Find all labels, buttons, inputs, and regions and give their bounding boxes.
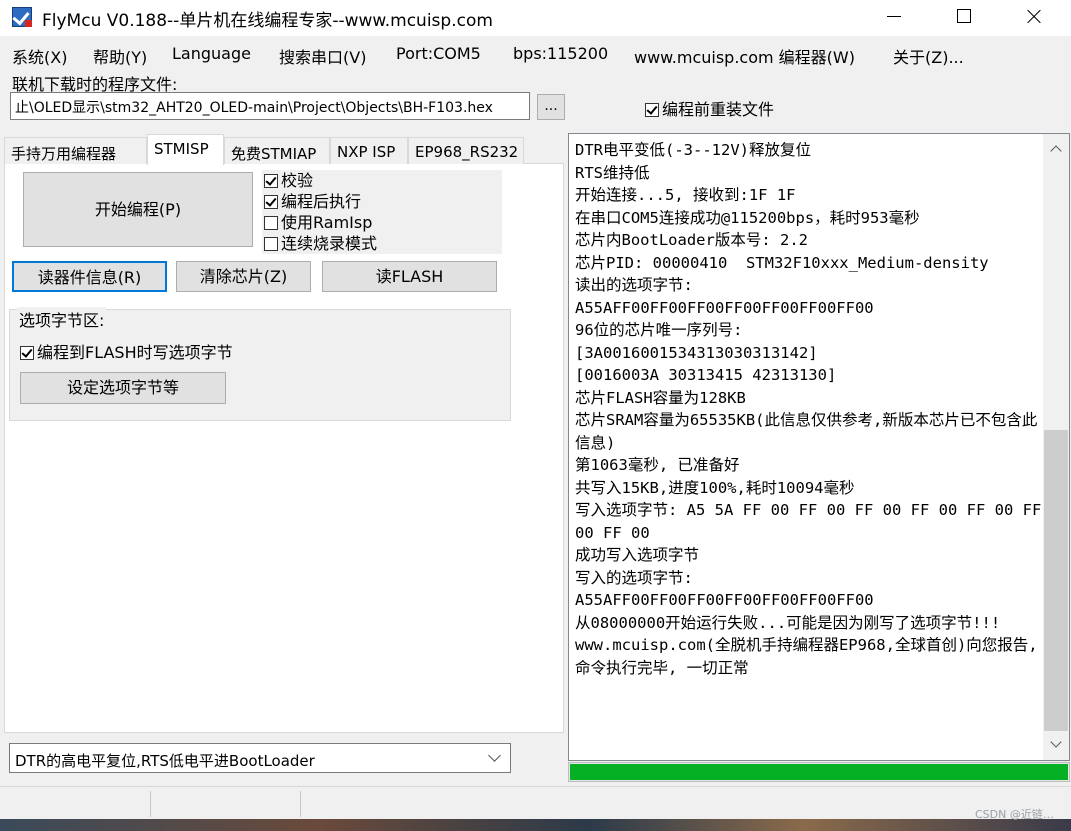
scroll-down-icon[interactable]	[1043, 733, 1069, 759]
menu-system[interactable]: 系统(X)	[12, 44, 67, 68]
read-flash-button[interactable]: 读FLASH	[322, 261, 497, 292]
checkbox-icon[interactable]	[264, 195, 278, 209]
log-line: 第1063毫秒, 已准备好	[575, 456, 740, 474]
checkbox-icon[interactable]	[20, 346, 34, 360]
log-line: 芯片PID: 00000410 STM32F10xxx_Medium-densi…	[575, 253, 989, 272]
reload-file-label: 编程前重装文件	[662, 100, 775, 119]
menu-bps[interactable]: bps:115200	[513, 44, 608, 63]
write-option-bytes-checkbox[interactable]: 编程到FLASH时写选项字节	[20, 339, 233, 363]
menu-programmer[interactable]: www.mcuisp.com 编程器(W)	[634, 44, 855, 68]
scrollbar-thumb[interactable]	[1044, 430, 1068, 731]
log-line: 从08000000开始运行失败...可能是因为刚写了选项字节!!!	[575, 613, 1001, 632]
desktop-background	[0, 819, 1071, 831]
log-line: 芯片SRAM容量为65535KB(此信息仅供参考,新版本芯片已不包含此信息)	[575, 411, 1038, 452]
erase-chip-button[interactable]: 清除芯片(Z)	[176, 261, 311, 292]
option-bytes-group-label: 选项字节区:	[17, 307, 107, 331]
maximize-icon[interactable]	[940, 0, 986, 34]
file-path-input[interactable]: 止\OLED显示\stm32_AHT20_OLED-main\Project\O…	[10, 92, 530, 120]
close-icon[interactable]	[1010, 0, 1056, 34]
app-icon	[12, 7, 32, 27]
log-line: 共写入15KB,进度100%,耗时10094毫秒	[575, 478, 855, 497]
set-option-bytes-button[interactable]: 设定选项字节等	[20, 372, 226, 404]
log-line: 芯片内BootLoader版本号: 2.2	[575, 231, 808, 249]
reset-mode-select[interactable]: DTR的高电平复位,RTS低电平进BootLoader	[9, 743, 511, 773]
progress-fill	[570, 764, 1068, 780]
log-line: [0016003A 30313415 42313130]	[575, 366, 837, 384]
log-line: 开始连接...5, 接收到:1F 1F	[575, 186, 796, 204]
log-line: 读出的选项字节:	[575, 276, 693, 294]
log-line: 写入选项字节: A5 5A FF 00 FF 00 FF 00 FF 00 FF…	[575, 501, 1042, 542]
run-after-program-checkbox[interactable]: 编程后执行	[264, 192, 361, 212]
log-line: 96位的芯片唯一序列号:	[575, 321, 743, 339]
menu-search-port[interactable]: 搜索串口(V)	[279, 44, 366, 68]
minimize-icon[interactable]	[871, 0, 917, 34]
tab-stmiap[interactable]: 免费STMIAP	[224, 137, 330, 164]
status-divider	[150, 791, 151, 817]
verify-checkbox[interactable]: 校验	[264, 171, 313, 191]
tab-stmisp[interactable]: STMISP	[147, 134, 224, 165]
checkbox-icon[interactable]	[264, 237, 278, 251]
menu-language[interactable]: Language	[172, 44, 251, 63]
options-checkbox-group: 校验 编程后执行 使用RamIsp 连续烧录模式	[262, 170, 502, 254]
menu-port[interactable]: Port:COM5	[396, 44, 481, 63]
log-line: A55AFF00FF00FF00FF00FF00FF00FF00	[575, 591, 874, 609]
log-line: RTS维持低	[575, 163, 650, 182]
log-line: A55AFF00FF00FF00FF00FF00FF00FF00	[575, 298, 874, 317]
status-bar	[0, 786, 1071, 819]
use-ramisp-checkbox[interactable]: 使用RamIsp	[264, 213, 372, 233]
chevron-down-icon[interactable]	[485, 749, 505, 767]
log-text: DTR电平变低(-3--12V)释放复位 RTS维持低开始连接...5, 接收到:…	[575, 139, 1043, 679]
log-line: 成功写入选项字节	[575, 546, 700, 564]
log-line: 在串口COM5连接成功@115200bps，耗时953毫秒	[575, 208, 920, 227]
checkbox-icon[interactable]	[645, 103, 659, 117]
progress-bar	[568, 762, 1070, 782]
menu-bar: 系统(X) 帮助(Y) Language 搜索串口(V) Port:COM5 b…	[0, 40, 1071, 68]
tab-strip: 手持万用编程器 STMISP 免费STMIAP NXP ISP EP968_RS…	[4, 134, 564, 165]
scroll-up-icon[interactable]	[1043, 136, 1069, 162]
checkbox-icon[interactable]	[264, 216, 278, 230]
tab-handheld-programmer[interactable]: 手持万用编程器	[4, 137, 147, 164]
checkbox-icon[interactable]	[264, 174, 278, 188]
menu-help[interactable]: 帮助(Y)	[93, 44, 147, 68]
watermark: CSDN @近链…	[975, 808, 1054, 821]
browse-button[interactable]: ...	[537, 94, 565, 120]
menu-about[interactable]: 关于(Z)...	[893, 44, 964, 68]
log-line: 写入的选项字节:	[575, 568, 693, 587]
window-title: FlyMcu V0.188--单片机在线编程专家--www.mcuisp.com	[42, 11, 493, 31]
start-programming-button[interactable]: 开始编程(P)	[23, 172, 253, 247]
status-divider	[300, 791, 301, 817]
reload-file-checkbox[interactable]: 编程前重装文件	[645, 96, 774, 120]
read-device-info-button[interactable]: 读器件信息(R)	[12, 261, 167, 292]
log-line: DTR电平变低(-3--12V)释放复位	[575, 141, 811, 159]
log-line: www.mcuisp.com(全脱机手持编程器EP968,全球首创)向您报告, …	[575, 636, 1038, 677]
log-line: 芯片FLASH容量为128KB	[575, 388, 746, 407]
log-line: [3A0016001534313030313142]	[575, 343, 818, 362]
continuous-burn-checkbox[interactable]: 连续烧录模式	[264, 234, 377, 254]
tab-nxp-isp[interactable]: NXP ISP	[330, 137, 408, 164]
tab-ep968-rs232[interactable]: EP968_RS232	[408, 137, 524, 164]
